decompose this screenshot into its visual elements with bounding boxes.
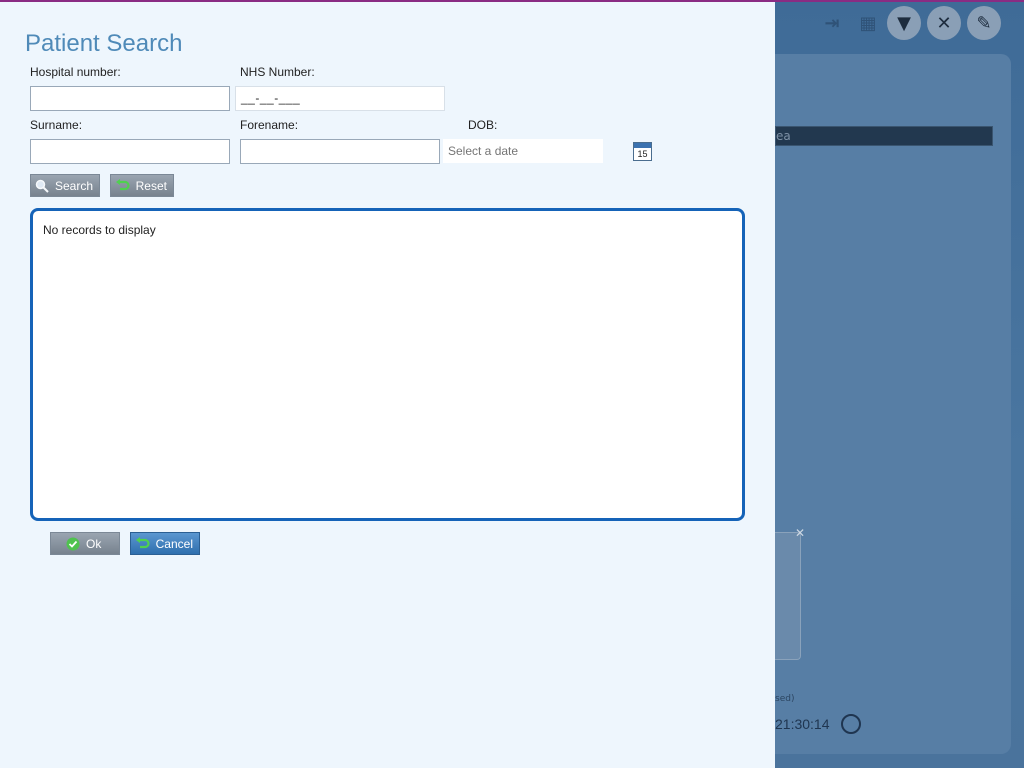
- bg-card: [775, 532, 801, 660]
- bg-search-strip: ea: [775, 126, 993, 146]
- reset-button[interactable]: Reset: [110, 174, 174, 197]
- bg-card-close-icon[interactable]: ✕: [792, 525, 808, 541]
- cancel-button[interactable]: Cancel: [130, 532, 200, 555]
- reset-button-label: Reset: [135, 178, 167, 193]
- bg-clear-icon[interactable]: ✕: [927, 6, 961, 40]
- cancel-button-label: Cancel: [155, 536, 193, 551]
- undo-arrow-icon: [135, 536, 151, 552]
- ok-button-label: Ok: [86, 536, 102, 551]
- bg-card-text: sed): [775, 694, 795, 704]
- hospital-number-input[interactable]: [30, 86, 230, 111]
- results-grid[interactable]: No records to display: [30, 208, 745, 521]
- search-button[interactable]: Search: [30, 174, 100, 197]
- background-panel: [775, 54, 1011, 754]
- surname-label: Surname:: [30, 118, 83, 132]
- calendar-icon[interactable]: 15: [633, 142, 652, 161]
- dob-date-input[interactable]: [443, 139, 603, 163]
- bg-partial-icon: [775, 6, 809, 40]
- ok-button[interactable]: Ok: [50, 532, 120, 555]
- bg-grid-icon[interactable]: ▦: [851, 6, 885, 40]
- surname-input[interactable]: [30, 139, 230, 164]
- forename-input[interactable]: [240, 139, 440, 164]
- background-toolbar: ⇥ ▦ ▼ ✕ ✎: [775, 2, 1024, 46]
- bg-radio-button[interactable]: [841, 714, 861, 734]
- bg-filter-icon[interactable]: ▼: [887, 6, 921, 40]
- magnifier-icon: [35, 178, 50, 194]
- bg-clear-filter-icon[interactable]: ✎: [967, 6, 1001, 40]
- undo-arrow-icon: [115, 178, 131, 194]
- check-circle-icon: [65, 536, 81, 552]
- calendar-day: 15: [637, 149, 648, 159]
- forename-label: Forename:: [240, 118, 299, 132]
- dialog-title: Patient Search: [25, 30, 183, 57]
- dob-label: DOB:: [468, 118, 498, 132]
- bg-time: 21:30:14: [775, 716, 830, 732]
- nhs-number-label: NHS Number:: [240, 65, 315, 79]
- nhs-number-input[interactable]: __-__-___: [235, 86, 445, 111]
- background-app: ⇥ ▦ ▼ ✕ ✎ ea ✕ sed) 21:30:14: [775, 2, 1024, 768]
- results-empty-message: No records to display: [43, 223, 156, 237]
- bg-export-icon[interactable]: ⇥: [815, 6, 849, 40]
- hospital-number-label: Hospital number:: [30, 65, 121, 79]
- patient-search-dialog: Patient Search Hospital number: NHS Numb…: [0, 2, 775, 768]
- search-button-label: Search: [54, 178, 93, 193]
